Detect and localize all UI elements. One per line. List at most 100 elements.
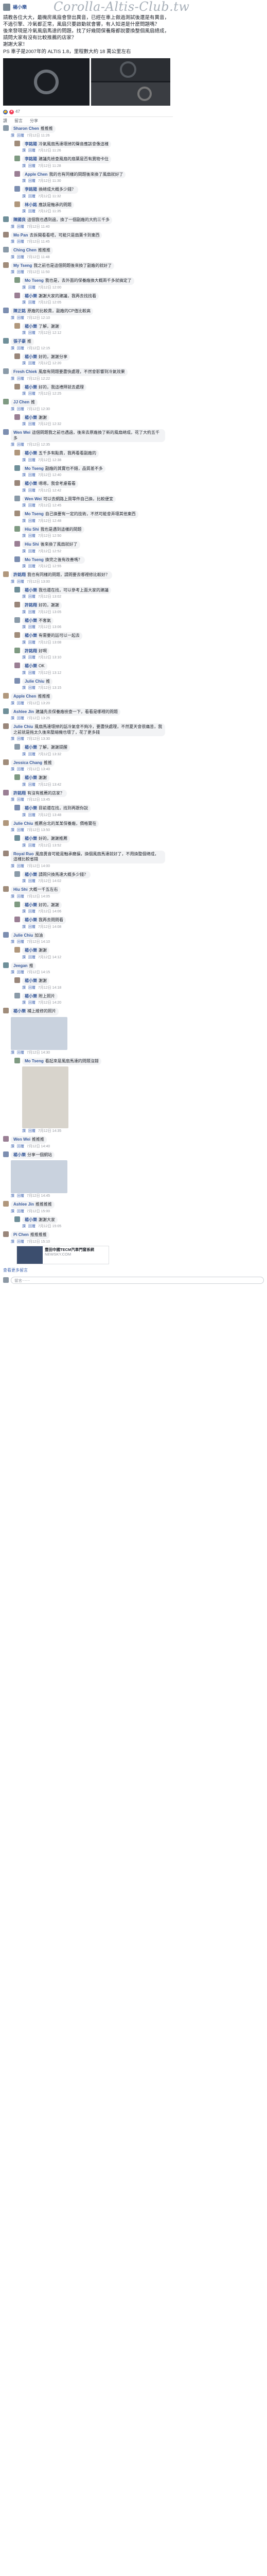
commenter-avatar[interactable] <box>3 886 9 892</box>
comment-timestamp[interactable]: 7月12日 12:42 <box>38 489 61 493</box>
comment-reply-link[interactable]: 回覆 <box>28 392 35 396</box>
comment-like-link[interactable]: 讚 <box>22 534 26 538</box>
commenter-avatar[interactable] <box>3 789 9 795</box>
post-photo-main[interactable] <box>3 58 90 106</box>
commenter-avatar[interactable] <box>14 835 20 841</box>
load-more-comments[interactable]: 查看更多留言 <box>3 1267 264 1274</box>
comment-like-link[interactable]: 讚 <box>11 270 14 274</box>
comment-timestamp[interactable]: 7月12日 14:12 <box>38 956 61 959</box>
comment-like-link[interactable]: 讚 <box>22 301 26 304</box>
comment-timestamp[interactable]: 7月12日 13:50 <box>27 828 50 832</box>
comment-reply-link[interactable]: 回覆 <box>28 686 35 690</box>
commenter-name[interactable]: 陳正銘 <box>13 309 26 313</box>
comment-like-link[interactable]: 讚 <box>11 702 14 705</box>
comment-reply-link[interactable]: 回覆 <box>17 443 24 447</box>
comment-timestamp[interactable]: 7月12日 14:08 <box>38 925 61 929</box>
comment-like-link[interactable]: 讚 <box>22 504 26 507</box>
commenter-name[interactable]: Pi Chen <box>13 1232 29 1237</box>
link-preview-card[interactable]: 豐田中國TECM汽車門窗系統 NEWSKY.COM <box>16 1245 109 1264</box>
comment-reply-link[interactable]: 回覆 <box>28 1001 35 1005</box>
comment-like-link[interactable]: 讚 <box>11 225 14 229</box>
comment-reply-link[interactable]: 回覆 <box>17 865 24 868</box>
commenter-avatar[interactable] <box>3 1008 9 1013</box>
comment-reply-link[interactable]: 回覆 <box>17 940 24 944</box>
commenter-avatar[interactable] <box>14 901 20 907</box>
commenter-avatar[interactable] <box>14 602 20 607</box>
commenter-name[interactable]: 李銘陽 <box>25 142 37 146</box>
author-avatar[interactable] <box>3 4 10 11</box>
commenter-avatar[interactable] <box>14 480 20 486</box>
comment-timestamp[interactable]: 7月12日 12:22 <box>27 377 50 381</box>
comment-reply-link[interactable]: 回覆 <box>17 1240 24 1244</box>
comment-timestamp[interactable]: 7月12日 13:32 <box>38 753 61 756</box>
commenter-avatar[interactable] <box>3 708 9 714</box>
comment-timestamp[interactable]: 7月12日 11:26 <box>27 134 50 138</box>
comment-like-link[interactable]: 讚 <box>11 971 14 974</box>
comment-timestamp[interactable]: 7月12日 11:28 <box>38 164 61 168</box>
commenter-avatar[interactable] <box>3 571 9 577</box>
comment-reply-link[interactable]: 回覆 <box>28 1225 35 1228</box>
commenter-name[interactable]: Mo Tseng <box>25 278 44 283</box>
comment-like-link[interactable]: 讚 <box>22 910 26 913</box>
commenter-name[interactable]: Fresh Chiek <box>13 369 37 374</box>
commenter-name[interactable]: 許銘翔 <box>25 649 37 653</box>
commenter-name[interactable]: 楊小樂 <box>25 618 37 623</box>
commenter-name[interactable]: Hiu Shi <box>25 542 39 547</box>
comment-timestamp[interactable]: 7月12日 13:52 <box>38 844 61 848</box>
commenter-avatar[interactable] <box>3 262 9 268</box>
commenter-name[interactable]: Sharon Chen <box>13 126 39 131</box>
commenter-avatar[interactable] <box>14 465 20 471</box>
comment-reply-link[interactable]: 回覆 <box>17 702 24 705</box>
comment-like-link[interactable]: 讚 <box>22 783 26 787</box>
comment-reply-link[interactable]: 回覆 <box>28 179 35 183</box>
comment-timestamp[interactable]: 7月12日 12:52 <box>38 550 61 553</box>
comment-reply-link[interactable]: 回覆 <box>28 641 35 645</box>
comment-like-link[interactable]: 讚 <box>11 347 14 350</box>
comment-timestamp[interactable]: 7月12日 13:48 <box>38 814 61 817</box>
comment-like-link[interactable]: 讚 <box>11 240 14 244</box>
commenter-avatar[interactable] <box>3 759 9 765</box>
comment-reply-link[interactable]: 回覆 <box>17 717 24 720</box>
comment-reply-link[interactable]: 回覆 <box>28 910 35 913</box>
comment-reply-link[interactable]: 回覆 <box>28 595 35 599</box>
commenter-avatar[interactable] <box>3 231 9 238</box>
comment-like-link[interactable]: 讚 <box>22 671 26 675</box>
commenter-avatar[interactable] <box>14 186 20 192</box>
comment-timestamp[interactable]: 7月12日 12:35 <box>27 443 50 447</box>
comment-timestamp[interactable]: 7月12日 11:30 <box>38 179 61 183</box>
comment-photo[interactable] <box>11 1160 67 1193</box>
comment-timestamp[interactable]: 7月12日 12:30 <box>27 408 50 411</box>
comment-reply-link[interactable]: 回覆 <box>28 611 35 614</box>
comment-like-link[interactable]: 讚 <box>11 377 14 381</box>
comment-reply-link[interactable]: 回覆 <box>28 422 35 426</box>
commenter-avatar[interactable] <box>14 805 20 810</box>
commenter-name[interactable]: Mo Tseng <box>25 1059 44 1063</box>
commenter-avatar[interactable] <box>3 820 9 826</box>
comment-reply-link[interactable]: 回覆 <box>28 550 35 553</box>
commenter-avatar[interactable] <box>14 774 20 780</box>
commenter-name[interactable]: 楊小樂 <box>25 481 37 486</box>
commenter-avatar[interactable] <box>3 850 9 856</box>
comment-like-link[interactable]: 讚 <box>11 737 14 741</box>
commenter-name[interactable]: Mo Tseng <box>25 466 44 471</box>
commenter-name[interactable]: 林小銘 <box>25 202 37 207</box>
commenter-name[interactable]: 楊小樂 <box>25 903 37 907</box>
comment-reply-link[interactable]: 回覆 <box>28 210 35 213</box>
comment-like-link[interactable]: 讚 <box>11 895 14 899</box>
comment-timestamp[interactable]: 7月12日 12:25 <box>38 392 61 396</box>
commenter-avatar[interactable] <box>14 541 20 547</box>
commenter-avatar[interactable] <box>3 1136 9 1142</box>
comment-timestamp[interactable]: 7月12日 13:20 <box>27 702 50 705</box>
commenter-avatar[interactable] <box>14 171 20 177</box>
comment-reply-link[interactable]: 回覆 <box>28 986 35 990</box>
commenter-name[interactable]: 楊小樂 <box>13 1153 26 1157</box>
commenter-name[interactable]: Mo Tseng <box>25 557 44 562</box>
comment-like-link[interactable]: 讚 <box>22 179 26 183</box>
commenter-avatar[interactable] <box>14 947 20 953</box>
comment-like-link[interactable]: 讚 <box>22 625 26 629</box>
commenter-name[interactable]: Jessica Chang <box>13 760 42 765</box>
comment-like-link[interactable]: 讚 <box>11 865 14 868</box>
comment-like-link[interactable]: 讚 <box>11 134 14 138</box>
commenter-name[interactable]: Royal Ruo <box>13 852 34 856</box>
comment-reply-link[interactable]: 回覆 <box>28 331 35 335</box>
